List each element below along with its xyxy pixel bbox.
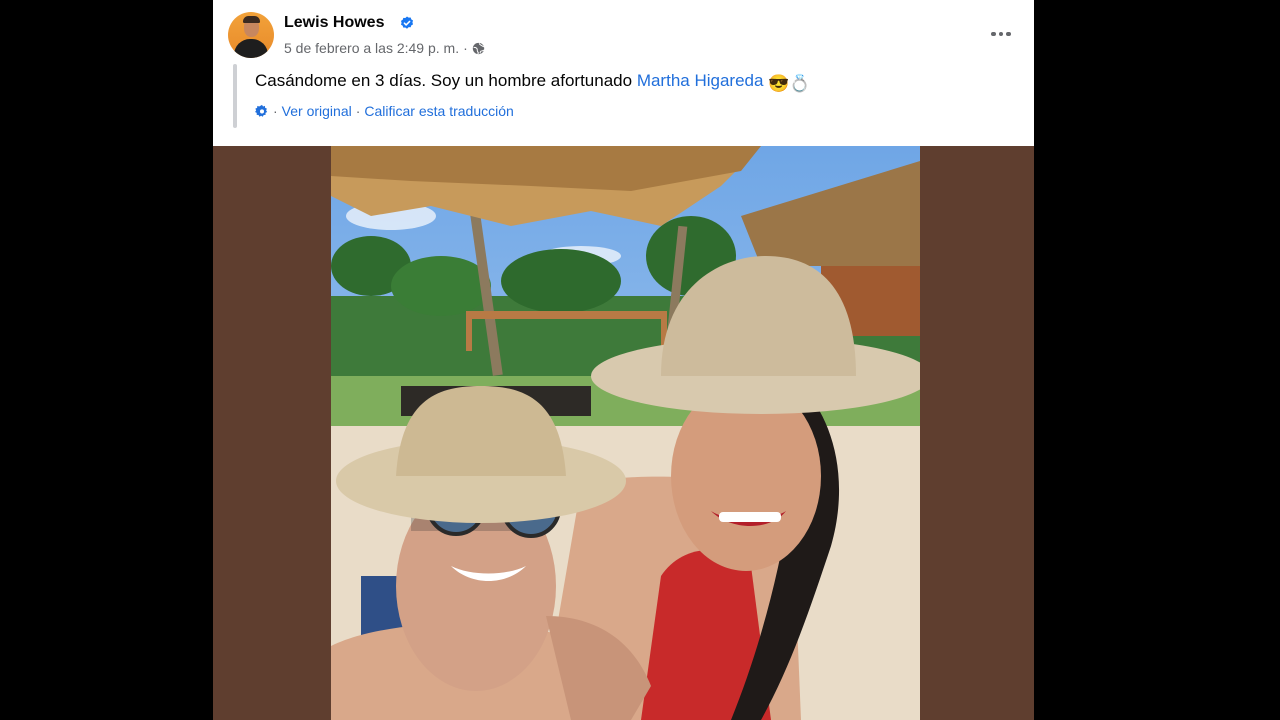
post-text-body: Casándome en 3 días. Soy un hombre afort… xyxy=(255,71,637,90)
translation-separator: · xyxy=(273,103,278,119)
post-text: Casándome en 3 días. Soy un hombre afort… xyxy=(255,71,811,94)
beach-selfie-photo xyxy=(331,146,920,720)
dot-icon xyxy=(991,31,996,37)
meta-separator: · xyxy=(463,40,468,56)
globe-icon xyxy=(472,42,485,55)
post-timestamp[interactable]: 5 de febrero a las 2:49 p. m. xyxy=(284,40,459,56)
post-meta: 5 de febrero a las 2:49 p. m. · xyxy=(284,40,485,56)
author-name[interactable]: Lewis Howes xyxy=(284,14,384,32)
rate-translation-link[interactable]: Calificar esta traducción xyxy=(364,103,513,119)
view-original-link[interactable]: Ver original xyxy=(282,103,352,119)
post-photo[interactable] xyxy=(331,146,920,720)
emoji-sunglasses-ring: 😎💍 xyxy=(768,74,811,93)
gear-icon xyxy=(255,104,268,117)
dot-icon xyxy=(998,31,1004,37)
post-header: Lewis Howes 5 de febrero a las 2:49 p. m… xyxy=(213,0,1034,146)
post-media-area xyxy=(213,146,1034,720)
dot-icon xyxy=(1006,31,1011,37)
verified-badge-icon xyxy=(400,16,414,29)
translation-quote-bar xyxy=(233,64,237,128)
mention-link[interactable]: Martha Higareda xyxy=(637,71,764,90)
facebook-post: Lewis Howes 5 de febrero a las 2:49 p. m… xyxy=(213,0,1034,720)
translation-bar: · Ver original · Calificar esta traducci… xyxy=(255,103,514,119)
translation-separator: · xyxy=(355,103,361,119)
author-avatar[interactable] xyxy=(228,12,274,58)
more-options-button[interactable] xyxy=(988,22,1014,46)
